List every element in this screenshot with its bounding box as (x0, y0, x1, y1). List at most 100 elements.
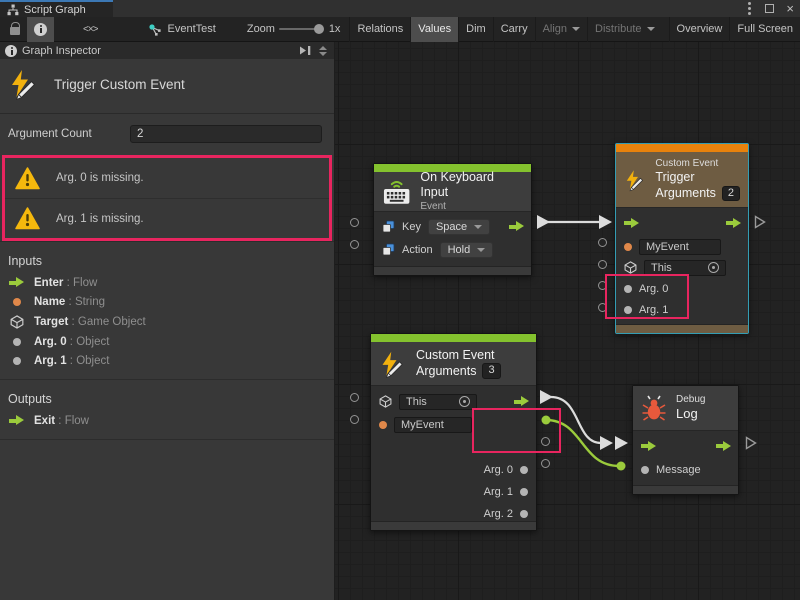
node-title: Log (676, 406, 705, 422)
value-input-port[interactable] (598, 260, 607, 269)
string-port-icon[interactable] (624, 243, 632, 251)
node-footer (633, 485, 738, 494)
event-name-row: MyEvent (616, 236, 748, 257)
dock-icon[interactable] (298, 45, 312, 56)
event-name-row: MyEvent (371, 414, 536, 436)
object-port-icon[interactable] (520, 466, 528, 474)
value-input-port[interactable] (350, 240, 359, 249)
target-picker-icon[interactable] (708, 262, 719, 273)
object-port-icon[interactable] (520, 488, 528, 496)
scroll-up-icon[interactable] (319, 46, 327, 50)
node-trigger-custom-event[interactable]: Custom Event Trigger Arguments 2 MyEve (615, 143, 749, 334)
arg-label: Arg. 1 (484, 486, 513, 498)
zoom-slider-handle[interactable] (314, 24, 324, 34)
node-body: Key Space Action Hold (374, 212, 531, 266)
flow-output-port[interactable] (514, 396, 529, 407)
target-field[interactable]: This (644, 260, 726, 276)
lock-button[interactable] (3, 17, 27, 42)
arg-output-unconnected-port[interactable] (541, 459, 550, 468)
full-screen-button[interactable]: Full Screen (729, 17, 800, 42)
align-button[interactable]: Align (535, 17, 587, 42)
keyboard-icon (382, 178, 411, 205)
value-input-port[interactable] (350, 415, 359, 424)
value-input-port[interactable] (598, 238, 607, 247)
close-icon[interactable]: × (786, 2, 794, 15)
target-row: This (371, 389, 536, 414)
node-debug-log[interactable]: Debug Log Message (632, 385, 739, 495)
node-on-keyboard-input[interactable]: On Keyboard Input Event Key Space (373, 163, 532, 276)
value-input-port[interactable] (350, 218, 359, 227)
arg-row: Arg. 1 (616, 299, 748, 320)
maximize-icon[interactable] (765, 4, 774, 13)
object-port-icon (13, 357, 21, 365)
flow-output-port[interactable] (509, 221, 524, 232)
flow-input-port[interactable] (624, 218, 639, 229)
node-header: Custom Event Arguments 3 (371, 342, 536, 386)
target-field[interactable]: This (399, 394, 477, 410)
flow-output-port[interactable] (716, 441, 731, 452)
object-port-icon (13, 338, 21, 346)
node-header: Custom Event Trigger Arguments 2 (616, 152, 748, 208)
graph-asset-breadcrumb[interactable]: EventTest (141, 17, 223, 42)
port-list-item: Arg. 0 : Object (0, 332, 334, 351)
outputs-heading: Outputs (0, 386, 334, 411)
node-title: Trigger (655, 170, 740, 186)
relations-button[interactable]: Relations (349, 17, 410, 42)
object-port-icon[interactable] (624, 306, 632, 314)
arg-output-row: Arg. 0 (484, 464, 528, 476)
node-body: MyEvent This Arg. 0 (616, 208, 748, 324)
panel-scroll-steppers[interactable] (317, 46, 329, 56)
node-footer (374, 266, 531, 275)
graph-inspector-title: Graph Inspector (22, 45, 101, 57)
key-dropdown[interactable]: Space (428, 219, 490, 235)
node-body: Message (633, 431, 738, 485)
flow-port-icon (9, 415, 24, 426)
distribute-button[interactable]: Distribute (587, 17, 661, 42)
action-dropdown[interactable]: Hold (440, 242, 494, 258)
event-name-field[interactable]: MyEvent (394, 417, 472, 433)
custom-event-icon (379, 350, 407, 378)
arguments-label: Arguments (655, 186, 715, 202)
menu-icon[interactable] (748, 7, 751, 10)
flow-output-unconnected-port[interactable] (754, 215, 766, 229)
string-port-icon[interactable] (379, 421, 387, 429)
object-port-icon[interactable] (641, 466, 649, 474)
cube-icon[interactable] (379, 395, 392, 408)
zoom-slider[interactable] (279, 28, 320, 30)
cube-icon[interactable] (624, 261, 637, 274)
argument-count-input[interactable] (130, 125, 322, 143)
tab-script-graph[interactable]: Script Graph (0, 0, 113, 17)
edit-source-button[interactable]: <×> (76, 17, 105, 42)
scroll-down-icon[interactable] (319, 52, 327, 56)
arg-label: Arg. 0 (639, 283, 668, 295)
graph-inspector-header: Graph Inspector (0, 42, 334, 59)
node-custom-event[interactable]: Custom Event Arguments 3 This (370, 333, 537, 531)
value-input-port[interactable] (598, 303, 607, 312)
values-button[interactable]: Values (410, 17, 458, 42)
flow-output-port[interactable] (726, 218, 741, 229)
literal-icon (382, 220, 395, 233)
message-label: Message (656, 464, 701, 476)
flow-output-unconnected-port[interactable] (745, 436, 757, 450)
carry-button[interactable]: Carry (493, 17, 535, 42)
graph-asset-name: EventTest (168, 23, 216, 35)
graph-inspector-panel: Graph Inspector Trigger Custom Event Arg… (0, 42, 335, 600)
graph-asset-icon (148, 23, 162, 36)
node-body: This MyEvent Arg. 0 Arg. 1 (371, 386, 536, 521)
overview-button[interactable]: Overview (669, 17, 730, 42)
object-port-icon[interactable] (520, 510, 528, 518)
value-input-port[interactable] (598, 281, 607, 290)
argument-count-row: Argument Count (8, 125, 322, 143)
target-picker-icon[interactable] (459, 396, 470, 407)
arg-output-row: Arg. 1 (484, 486, 528, 498)
object-port-icon[interactable] (624, 285, 632, 293)
node-title: On Keyboard Input (420, 170, 523, 201)
flow-input-port[interactable] (641, 441, 656, 452)
arg-output-unconnected-port[interactable] (541, 437, 550, 446)
dim-button[interactable]: Dim (458, 17, 493, 42)
value-input-port[interactable] (350, 393, 359, 402)
inspect-toggle-button[interactable] (27, 17, 54, 42)
chevron-down-icon (572, 27, 580, 31)
graph-canvas[interactable]: On Keyboard Input Event Key Space (335, 42, 800, 600)
event-name-field[interactable]: MyEvent (639, 239, 721, 255)
